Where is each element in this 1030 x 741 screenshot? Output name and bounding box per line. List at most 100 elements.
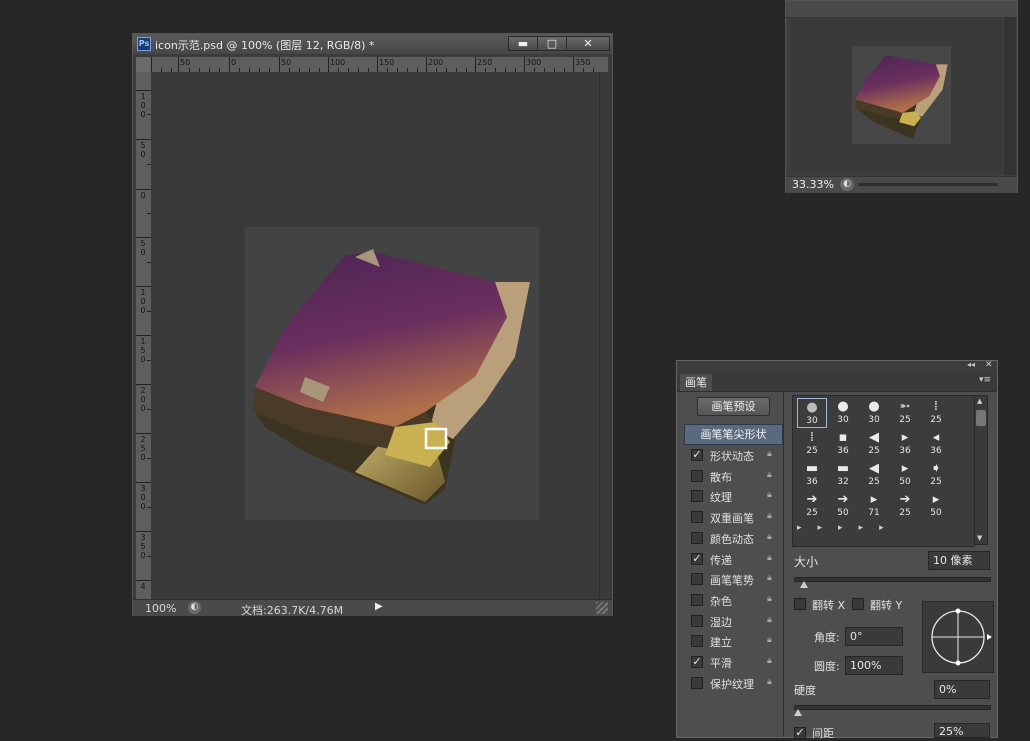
checkbox[interactable]: ✓ [691,553,703,565]
brush-tip[interactable]: ➔ 25 [797,491,827,521]
ruler-origin[interactable] [136,57,151,72]
lock-icon[interactable]: 🔒︎ [767,615,777,626]
brush-tip[interactable]: ⁞ 25 [921,398,951,428]
option-scattering[interactable]: 散布 🔒︎ [687,467,782,486]
more-brush-tips-row[interactable]: ▸▸▸▸▸ [797,523,947,541]
option-texture[interactable]: 纹理 🔒︎ [687,487,782,506]
spacing-input[interactable]: 25% [934,723,990,738]
document-canvas[interactable] [151,72,608,600]
brush-tip[interactable]: ◀ 25 [859,460,889,490]
preview-icon[interactable]: ◐ [188,601,201,614]
navigator-header[interactable] [786,1,1017,18]
brush-tip[interactable]: ◀ 25 [859,429,889,459]
brush-tip[interactable]: ▸ 50 [890,460,920,490]
brush-preset-button[interactable]: 画笔预设 [697,397,770,416]
lock-icon[interactable]: 🔒︎ [767,677,777,688]
hardness-slider[interactable] [794,705,991,710]
option-protect-texture[interactable]: 保护纹理 🔒︎ [687,674,782,693]
brush-tip-shape-item[interactable]: 画笔笔尖形状 [684,424,783,445]
checkbox[interactable]: ✓ [691,449,703,461]
horizontal-ruler[interactable]: 50 0 50 100 150 200 250 300 350 [151,57,608,72]
brush-tip[interactable]: ▪ 36 [828,429,858,459]
checkbox[interactable]: ✓ [691,656,703,668]
brush-tip[interactable]: ➵ 25 [890,398,920,428]
panel-close-icon[interactable]: ✕ [985,360,993,370]
angle-input[interactable]: 0° [845,627,903,646]
lock-icon[interactable]: 🔒︎ [767,553,777,564]
lock-icon[interactable]: 🔒︎ [767,470,777,481]
checkbox[interactable] [691,532,703,544]
brush-tip[interactable]: ➔ 50 [828,491,858,521]
brush-tip[interactable]: ➔ 25 [890,491,920,521]
option-smoothing[interactable]: ✓ 平滑 🔒︎ [687,653,782,672]
document-titlebar[interactable]: Ps icon示范.psd @ 100% (图层 12, RGB/8) * ▬ … [133,34,612,54]
status-menu-arrow-icon[interactable]: ▶ [375,601,387,614]
flip-y-checkbox[interactable] [852,598,864,610]
zoom-out-icon[interactable]: ◐ [840,178,854,191]
lock-icon[interactable]: 🔒︎ [767,449,777,460]
roundness-input[interactable]: 100% [845,656,903,675]
brush-tip[interactable]: ● 30 [797,398,827,428]
size-input[interactable]: 10 像素 [928,551,990,570]
option-dual-brush[interactable]: 双重画笔 🔒︎ [687,508,782,527]
checkbox[interactable] [691,594,703,606]
lock-icon[interactable]: 🔒︎ [767,635,777,646]
brush-tip[interactable]: ▸ 50 [921,491,951,521]
navigator-zoom-slider[interactable] [858,183,998,186]
brush-tip[interactable]: ▸ 71 [859,491,889,521]
tip-grid-scrollbar[interactable]: ▲ ▼ [974,395,988,545]
hardness-input[interactable]: 0% [934,680,990,699]
hardness-slider-thumb[interactable] [794,709,802,716]
scroll-down-icon[interactable]: ▼ [977,534,982,542]
checkbox[interactable] [691,677,703,689]
lock-icon[interactable]: 🔒︎ [767,490,777,501]
option-brush-pose[interactable]: 画笔笔势 🔒︎ [687,570,782,589]
brush-tip[interactable]: ▬ 36 [797,460,827,490]
brush-tip[interactable]: ● 30 [828,398,858,428]
panel-menu-icon[interactable]: ▾≡ [979,375,991,385]
brush-tip[interactable]: ➧ 25 [921,460,951,490]
vertical-scrollbar[interactable] [599,72,612,600]
vertical-ruler[interactable]: 100 50 0 50 100 150 200 250 300 350 4 [136,72,151,600]
artboard[interactable] [245,227,539,520]
lock-icon[interactable]: 🔒︎ [767,511,777,522]
navigator-zoom[interactable]: 33.33% [792,178,834,191]
scroll-thumb[interactable] [976,410,986,426]
navigator-preview[interactable] [790,17,1003,175]
zoom-level[interactable]: 100% [145,602,176,615]
close-button[interactable]: ✕ [566,36,610,51]
tab-brush[interactable]: 画笔 [680,374,712,391]
checkbox[interactable] [691,470,703,482]
brush-tip[interactable]: ● 30 [859,398,889,428]
checkbox[interactable] [691,635,703,647]
option-wet-edges[interactable]: 湿边 🔒︎ [687,612,782,631]
checkbox[interactable] [691,511,703,523]
checkbox[interactable] [691,615,703,627]
size-slider[interactable] [794,577,991,582]
resize-grip-icon[interactable] [596,602,608,614]
restore-button[interactable]: □ [537,36,567,51]
minimize-button[interactable]: ▬ [508,36,538,51]
lock-icon[interactable]: 🔒︎ [767,656,777,667]
lock-icon[interactable]: 🔒︎ [767,573,777,584]
spacing-checkbox[interactable]: ✓ [794,727,806,739]
navigator-scrollbar[interactable] [1004,17,1016,175]
lock-icon[interactable]: 🔒︎ [767,594,777,605]
option-color-dynamics[interactable]: 颜色动态 🔒︎ [687,529,782,548]
checkbox[interactable] [691,490,703,502]
collapse-icon[interactable]: ◂◂ [967,360,975,369]
brush-tip[interactable]: ▸ 36 [890,429,920,459]
option-transfer[interactable]: ✓ 传递 🔒︎ [687,550,782,569]
brush-panel-top[interactable]: ◂◂ ✕ [677,360,997,373]
flip-x-checkbox[interactable] [794,598,806,610]
brush-tip[interactable]: ◂ 36 [921,429,951,459]
option-shape-dynamics[interactable]: ✓ 形状动态 🔒︎ [687,446,782,465]
brush-tip[interactable]: ▬ 32 [828,460,858,490]
option-build-up[interactable]: 建立 🔒︎ [687,632,782,651]
angle-roundness-widget[interactable] [922,601,994,673]
size-slider-thumb[interactable] [799,581,808,588]
scroll-up-icon[interactable]: ▲ [977,397,982,405]
lock-icon[interactable]: 🔒︎ [767,532,777,543]
brush-tip[interactable]: ⁞ 25 [797,429,827,459]
option-noise[interactable]: 杂色 🔒︎ [687,591,782,610]
